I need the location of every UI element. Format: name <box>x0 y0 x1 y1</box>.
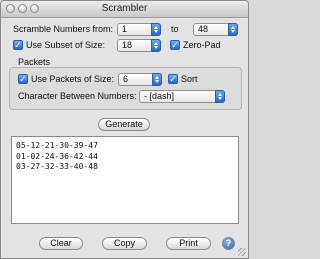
popup-arrows-icon <box>228 23 238 36</box>
sort-label: Sort <box>181 74 198 84</box>
popup-arrows-icon <box>152 73 162 86</box>
between-character-value: - [dash] <box>144 91 175 101</box>
packet-size-popup[interactable]: 6 <box>118 73 162 86</box>
packets-heading: Packets <box>18 57 51 67</box>
popup-arrows-icon <box>151 23 161 36</box>
subset-size-popup[interactable]: 18 <box>117 39 161 52</box>
title-bar: Scrambler <box>1 1 248 18</box>
output-text-area[interactable]: 05-12-21-30-39-47 01-02-24-36-42-44 03-2… <box>11 136 239 224</box>
zero-pad-checkbox[interactable]: ✓ <box>170 40 180 50</box>
subset-size-value: 18 <box>122 40 133 50</box>
scramble-to-value: 48 <box>198 24 209 34</box>
scramble-from-value: 1 <box>122 24 128 34</box>
use-packets-checkbox[interactable]: ✓ <box>18 74 28 84</box>
help-button[interactable]: ? <box>222 237 235 250</box>
popup-arrows-icon <box>151 39 161 52</box>
use-packets-label: Use Packets of Size: <box>31 74 115 84</box>
scrambler-window: Scrambler Scramble Numbers from: 1 to 48… <box>0 0 249 259</box>
between-label: Character Between Numbers: <box>18 91 137 101</box>
scramble-to-label: to <box>171 24 179 34</box>
between-character-popup[interactable]: - [dash] <box>139 90 225 103</box>
output-line: 05-12-21-30-39-47 <box>16 141 98 150</box>
clear-button[interactable]: Clear <box>39 237 83 250</box>
popup-arrows-icon <box>215 90 225 103</box>
output-line: 01-02-24-36-42-44 <box>16 151 98 161</box>
use-subset-checkbox[interactable]: ✓ <box>13 40 23 50</box>
sort-checkbox[interactable]: ✓ <box>168 74 178 84</box>
generate-button[interactable]: Generate <box>98 118 150 131</box>
copy-button[interactable]: Copy <box>102 237 147 250</box>
use-subset-label: Use Subset of Size: <box>26 40 106 50</box>
print-button[interactable]: Print <box>166 237 211 250</box>
scramble-to-popup[interactable]: 48 <box>193 23 238 36</box>
output-line: 03-27-32-33-40-48 <box>16 162 98 171</box>
scramble-from-popup[interactable]: 1 <box>117 23 161 36</box>
scramble-from-label: Scramble Numbers from: <box>13 24 114 34</box>
packet-size-value: 6 <box>123 74 129 84</box>
resize-grip-icon[interactable] <box>238 248 246 256</box>
zero-pad-label: Zero-Pad <box>183 40 221 50</box>
window-title: Scrambler <box>101 3 148 14</box>
